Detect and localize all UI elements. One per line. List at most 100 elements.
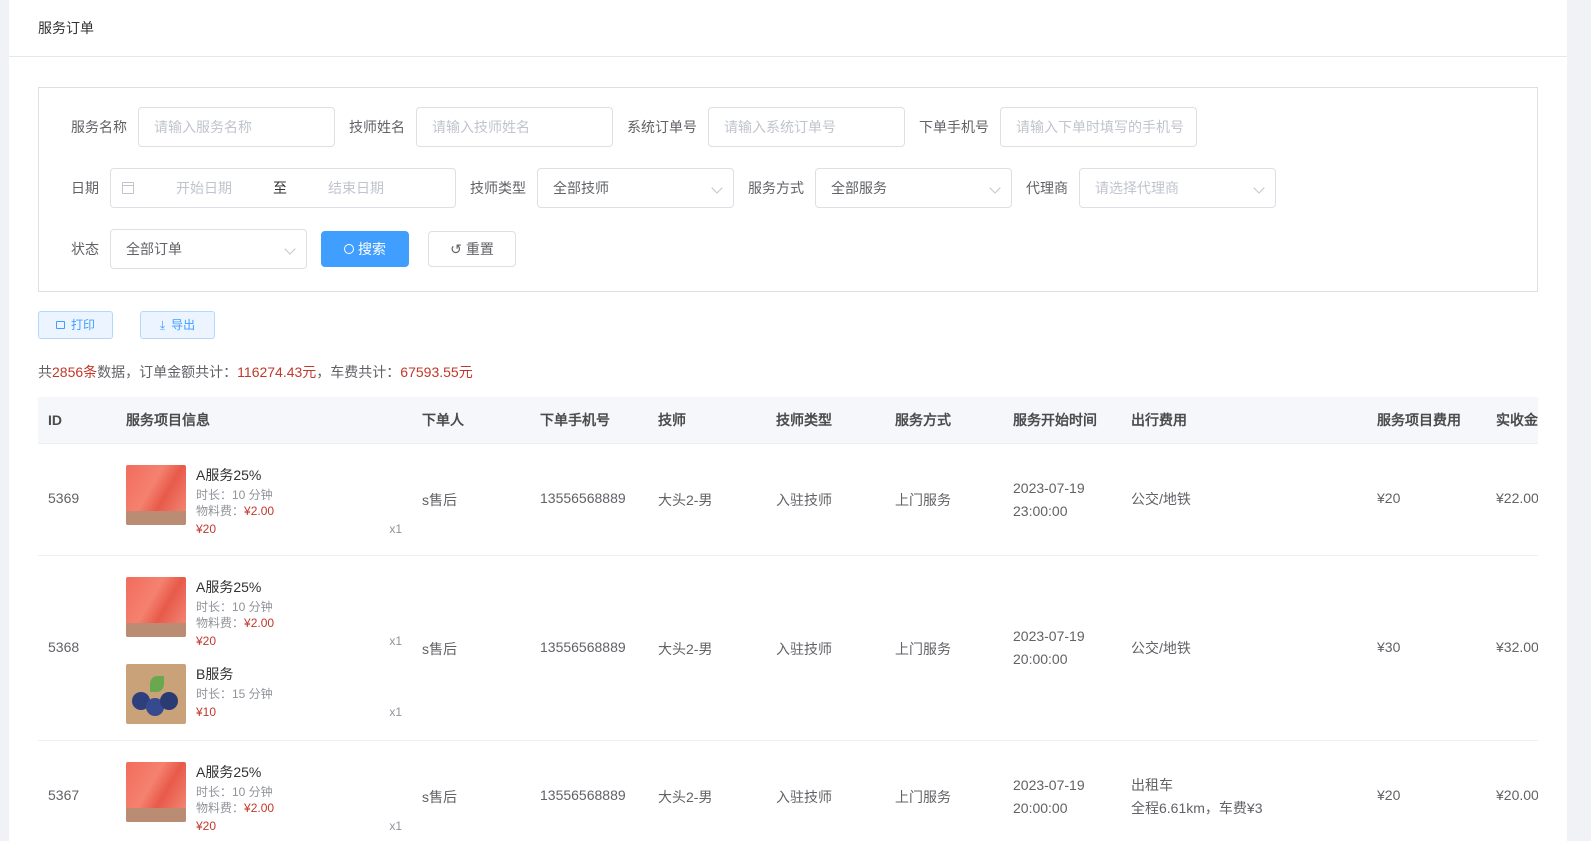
service-quantity: x1 (389, 819, 402, 833)
agent-select[interactable]: 请选择代理商 (1079, 168, 1276, 208)
page-header: 服务订单 (9, 0, 1567, 57)
material-fee-label: 物料费： (196, 504, 245, 518)
table-row: 5367 A服务25% 时长：10 分钟 物料费：¥2.00 ¥20 x1 s售… (38, 741, 1538, 841)
page-title: 服务订单 (38, 20, 94, 36)
search-button[interactable]: 搜索 (321, 231, 409, 267)
column-header-travel-fee: 出行费用 (1131, 412, 1187, 428)
order-id: 5367 (48, 787, 80, 803)
chevron-down-icon (284, 243, 296, 255)
service-mode-value: 全部服务 (831, 180, 887, 196)
service-duration: 时长：15 分钟 (196, 687, 273, 701)
service-mode: 上门服务 (895, 492, 951, 508)
start-time: 2023-07-19 23:00:00 (1013, 477, 1085, 523)
agent-placeholder: 请选择代理商 (1095, 180, 1179, 196)
service-name: A服务25% (196, 764, 262, 780)
status-value: 全部订单 (126, 241, 182, 257)
status-select[interactable]: 全部订单 (110, 229, 307, 269)
reset-button[interactable]: ↺ 重置 (428, 231, 516, 267)
service-item: A服务25% 时长：10 分钟 物料费：¥2.00 ¥20 x1 (126, 577, 402, 649)
summary-prefix: 共 (38, 364, 52, 380)
tech-name-label: 技师姓名 (349, 119, 405, 135)
service-name: A服务25% (196, 579, 262, 595)
item-fee: ¥20 (1377, 787, 1401, 803)
customer-name: s售后 (422, 492, 457, 508)
end-date-input[interactable]: 结束日期 (328, 169, 384, 207)
summary-line: 共2856条数据，订单金额共计：116274.43元，车费共计：67593.55… (38, 362, 473, 382)
order-no-input[interactable]: 请输入系统订单号 (708, 107, 905, 147)
download-icon: ⤓ (159, 318, 166, 332)
phone-label: 下单手机号 (919, 119, 989, 135)
refresh-icon: ↺ (450, 241, 462, 257)
filter-panel: 服务名称 请输入服务名称 技师姓名 请输入技师姓名 系统订单号 请输入系统订单号… (38, 87, 1538, 292)
customer-name: s售后 (422, 789, 457, 805)
date-label: 日期 (71, 180, 99, 196)
calendar-icon (122, 182, 134, 194)
column-header-service-mode: 服务方式 (895, 412, 951, 428)
material-fee-label: 物料费： (196, 801, 245, 815)
service-price: ¥10 (196, 705, 217, 719)
total-amount: 116274.43元 (237, 364, 317, 380)
column-header-id: ID (48, 412, 62, 428)
start-clock: 20:00:00 (1013, 800, 1068, 816)
material-fee-value: ¥2.00 (244, 801, 275, 815)
service-name-input[interactable]: 请输入服务名称 (138, 107, 335, 147)
service-item: B服务 时长：15 分钟 ¥10 x1 (126, 664, 402, 726)
start-date: 2023-07-19 (1013, 628, 1085, 644)
export-button[interactable]: ⤓ 导出 (140, 311, 215, 339)
table-header: ID 服务项目信息 下单人 下单手机号 技师 技师类型 服务方式 服务开始时间 … (38, 397, 1538, 444)
travel-fee: 公交/地铁 (1131, 637, 1191, 660)
service-item: A服务25% 时长：10 分钟 物料费：¥2.00 ¥20 x1 (126, 762, 402, 834)
column-header-tech-type: 技师类型 (776, 412, 832, 428)
chevron-down-icon (1253, 182, 1265, 194)
service-name-label: 服务名称 (71, 119, 127, 135)
date-range-picker[interactable]: 开始日期 至 结束日期 (110, 168, 456, 208)
table-row: 5368 A服务25% 时长：10 分钟 物料费：¥2.00 ¥20 x1 B服 (38, 556, 1538, 741)
start-clock: 20:00:00 (1013, 651, 1068, 667)
order-id: 5369 (48, 490, 80, 506)
column-header-technician: 技师 (658, 412, 686, 428)
tech-type-label: 技师类型 (470, 180, 526, 196)
service-b-thumbnail (126, 664, 186, 724)
customer-name: s售后 (422, 641, 457, 657)
column-header-item-fee: 服务项目费用 (1377, 412, 1461, 428)
table-row: 5369 A服务25% 时长：10 分钟 物料费：¥2.00 ¥20 x1 s售… (38, 444, 1538, 556)
service-price: ¥20 (196, 522, 217, 536)
material-fee-label: 物料费： (196, 616, 245, 630)
customer-phone: 13556568889 (540, 787, 626, 803)
technician-type: 入驻技师 (776, 789, 832, 805)
search-icon (344, 244, 354, 254)
technician-name: 大头2-男 (658, 641, 713, 657)
service-name: A服务25% (196, 467, 262, 483)
service-mode-select[interactable]: 全部服务 (815, 168, 1012, 208)
summary-text-1: 数据，订单金额共计： (97, 364, 238, 380)
order-no-label: 系统订单号 (627, 119, 697, 135)
chevron-down-icon (711, 182, 723, 194)
service-duration: 时长：10 分钟 (196, 785, 273, 799)
technician-name: 大头2-男 (658, 492, 713, 508)
order-id: 5368 (48, 639, 80, 655)
service-price: ¥20 (196, 819, 217, 833)
received-amount: ¥32.00 (1496, 639, 1538, 655)
reset-button-label: 重置 (465, 241, 494, 257)
start-date-input[interactable]: 开始日期 (176, 169, 232, 207)
export-button-label: 导出 (171, 318, 196, 332)
phone-input[interactable]: 请输入下单时填写的手机号 (1000, 107, 1197, 147)
start-time: 2023-07-19 20:00:00 (1013, 774, 1085, 820)
technician-type: 入驻技师 (776, 492, 832, 508)
page-scrollbar[interactable] (1567, 0, 1591, 841)
service-price: ¥20 (196, 634, 217, 648)
service-quantity: x1 (389, 522, 402, 536)
tech-type-select[interactable]: 全部技师 (537, 168, 734, 208)
service-mode: 上门服务 (895, 641, 951, 657)
service-name: B服务 (196, 666, 234, 682)
service-mode: 上门服务 (895, 789, 951, 805)
print-button[interactable]: 打印 (38, 311, 113, 339)
material-fee-value: ¥2.00 (244, 616, 275, 630)
service-duration: 时长：10 分钟 (196, 600, 273, 614)
service-mode-label: 服务方式 (748, 180, 804, 196)
date-separator: 至 (273, 180, 287, 196)
start-time: 2023-07-19 20:00:00 (1013, 625, 1085, 671)
service-a-thumbnail (126, 762, 186, 822)
tech-name-input[interactable]: 请输入技师姓名 (416, 107, 613, 147)
material-fee-line: 物料费：¥2.00 (196, 502, 274, 519)
